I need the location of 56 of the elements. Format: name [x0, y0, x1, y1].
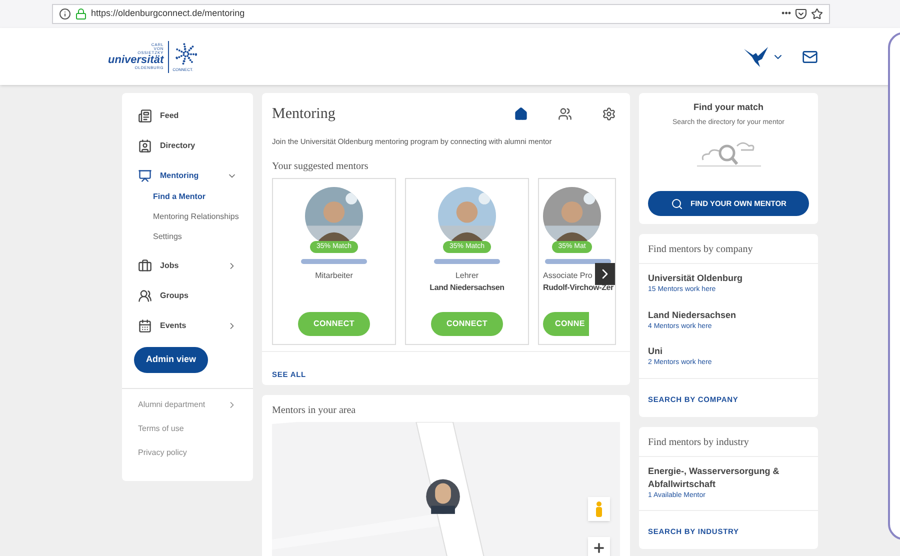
blurred-name-bar [299, 257, 369, 266]
contact-card-icon [138, 139, 152, 153]
next-button[interactable] [595, 262, 615, 285]
newspaper-icon [138, 109, 152, 123]
people-icon [558, 107, 572, 122]
mentor-role: Associate Pro [543, 270, 592, 282]
sidebar-item[interactable]: Directory [122, 135, 253, 157]
company-name[interactable]: Universität Oldenburg [648, 272, 809, 285]
section-title: Your suggested mentors [271, 160, 370, 174]
footer-link[interactable]: Alumni department [122, 398, 253, 410]
bird-icon[interactable] [744, 46, 768, 66]
submenu-item[interactable]: Find a Mentor [122, 191, 253, 203]
plus-icon [592, 541, 606, 555]
mentor-role: Lehrer [455, 270, 479, 282]
company-name[interactable]: Land Niedersachsen [648, 308, 809, 322]
info-icon[interactable] [59, 8, 71, 20]
card-title: Find mentors by industry [639, 426, 818, 456]
card-title: Mentors in your area [272, 404, 357, 418]
blurred-name-bar [543, 257, 613, 266]
briefcase-icon [138, 259, 152, 273]
blurred-name-bar [432, 257, 502, 266]
sidebar-item[interactable]: Events [122, 315, 253, 337]
sidebar-item[interactable]: Jobs [122, 255, 253, 277]
lock-icon [75, 8, 87, 20]
presentation-icon [138, 169, 152, 183]
sidebar-item[interactable]: Mentoring [122, 165, 253, 187]
footer-link[interactable]: Terms of use [122, 422, 253, 434]
submenu-item[interactable]: Mentoring Relationships [122, 211, 253, 223]
card-title: Find your match [693, 101, 764, 114]
submenu-item[interactable]: Settings [122, 231, 253, 243]
card-title: Mentoring [272, 105, 336, 124]
pegman-icon [595, 501, 603, 517]
pocket-icon[interactable] [795, 8, 807, 20]
mail-icon[interactable] [802, 48, 818, 64]
footer-link[interactable]: Privacy policy [122, 446, 253, 458]
admin-view-button[interactable]: Admin view [134, 347, 208, 372]
more-menu[interactable]: ••• [782, 7, 791, 21]
search-icon [670, 198, 682, 210]
address-bar[interactable]: https://oldenburgconnect.de/mentoring ••• [52, 4, 830, 24]
sidebar-item[interactable]: Groups [122, 285, 253, 307]
logo-text: universität [108, 55, 164, 66]
home-icon [514, 107, 528, 122]
company-name[interactable]: Energie-, Wasserversorgung & Abfallwirtschaft [648, 464, 809, 490]
sidebar-item[interactable]: Feed [122, 105, 253, 127]
settings-icon [602, 107, 616, 122]
mentor-company: Land Niedersachsen [430, 282, 504, 294]
url-text[interactable]: https://oldenburgconnect.de/mentoring [91, 7, 245, 21]
company-name[interactable]: Uni [648, 345, 809, 358]
group-icon [138, 289, 152, 303]
calendar-icon [138, 319, 152, 333]
zoom-in-button[interactable] [588, 537, 610, 556]
mentor-role: Mitarbeiter [315, 270, 353, 282]
card-title: Find mentors by company [639, 234, 818, 264]
dot-globe-icon [172, 40, 199, 66]
mentor-company: Rudolf-Virchow-Zer [543, 282, 614, 294]
star-icon[interactable] [811, 8, 823, 20]
